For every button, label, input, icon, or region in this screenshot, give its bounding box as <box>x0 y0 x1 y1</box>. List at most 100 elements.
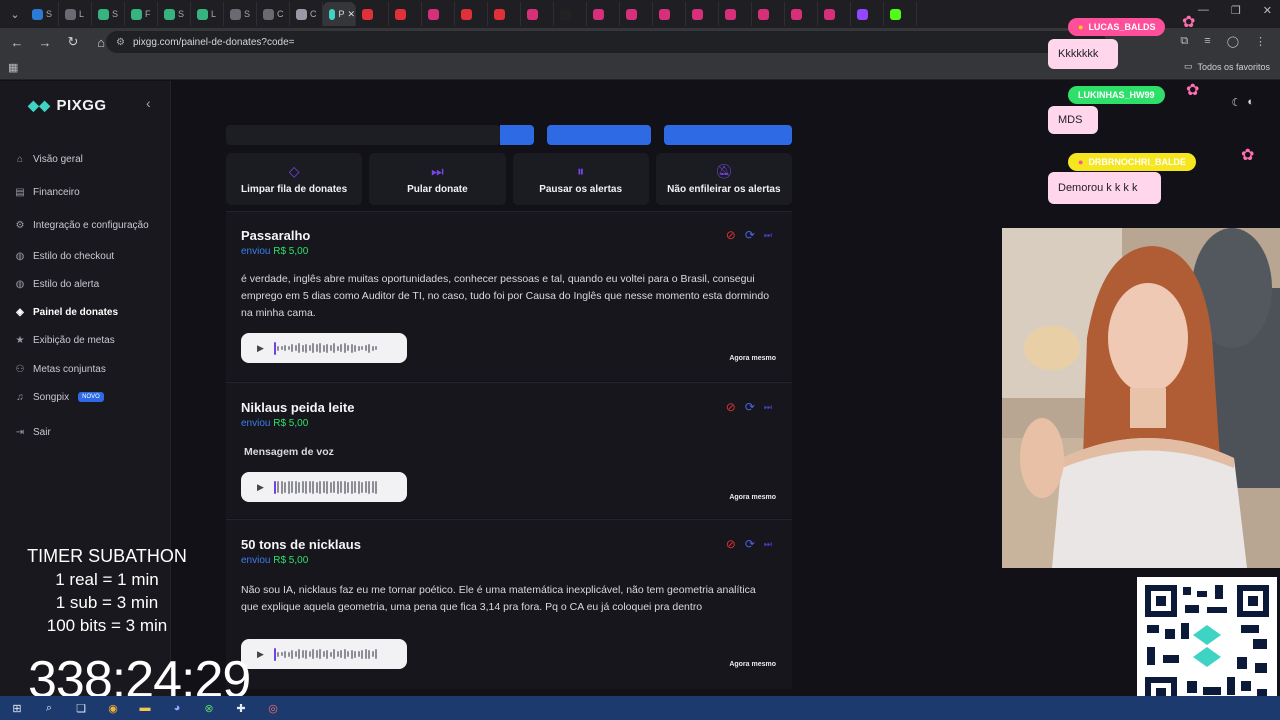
browser-tab[interactable]: L <box>59 2 92 26</box>
link-input[interactable] <box>226 125 500 145</box>
browser-tab[interactable]: C <box>290 2 323 26</box>
sidebar-item-exibicao-metas[interactable]: ★ Exibição de metas <box>14 332 115 348</box>
sidebar-item-songpix[interactable]: ♫ Songpix NOVO <box>14 389 104 405</box>
replay-icon[interactable]: ⟳ <box>745 537 755 551</box>
replay-icon[interactable]: ⟳ <box>745 228 755 242</box>
waveform[interactable] <box>273 341 378 355</box>
windows-start-icon[interactable]: ⊞ <box>10 701 24 715</box>
tab-favicon-icon <box>230 8 241 20</box>
browser-tab[interactable] <box>719 2 752 26</box>
browser-tab[interactable] <box>785 2 818 26</box>
replay-icon[interactable]: ⟳ <box>745 400 755 414</box>
browser-tab[interactable] <box>851 2 884 26</box>
copy-button[interactable] <box>500 125 534 145</box>
browser-tab[interactable] <box>818 2 851 26</box>
browser-tab[interactable] <box>389 2 422 26</box>
pixgg-logo[interactable]: ◆◆ PIXGG <box>28 97 107 114</box>
close-window-icon[interactable]: ✕ <box>1263 4 1272 17</box>
collapse-sidebar-icon[interactable]: ‹ <box>146 95 151 111</box>
audio-player[interactable]: ▶ <box>241 639 407 669</box>
address-bar[interactable]: ⚙ pixgg.com/painel-de-donates?code= <box>106 31 1106 53</box>
toolbar-button[interactable] <box>664 125 792 145</box>
play-icon[interactable]: ▶ <box>257 343 264 354</box>
browser-tab[interactable] <box>752 2 785 26</box>
sidebar-item-financeiro[interactable]: ▤ Financeiro <box>14 184 79 200</box>
sidebar-item-integracao[interactable]: ⚙ Integração e configuração <box>14 217 149 233</box>
audio-player[interactable]: ▶ <box>241 472 407 502</box>
music-icon: ♫ <box>16 391 24 403</box>
sidebar-item-metas-conjuntas[interactable]: ⚇ Metas conjuntas <box>14 361 106 377</box>
clear-queue-button[interactable]: ◇ Limpar fila de donates <box>226 153 363 205</box>
minimize-icon[interactable]: — <box>1198 4 1209 17</box>
sidebar-item-sair[interactable]: ⇥ Sair <box>14 424 51 440</box>
browser-tab[interactable]: S <box>224 2 257 26</box>
no-queue-alerts-button[interactable]: 🔕︎ Não enfileirar os alertas <box>655 153 792 205</box>
browser-tab[interactable] <box>521 2 554 26</box>
back-icon[interactable]: ← <box>10 35 24 50</box>
obs-icon[interactable]: ◎ <box>266 701 280 715</box>
all-bookmarks-button[interactable]: ▭ Todos os favoritos <box>1184 61 1270 72</box>
timer-rule: 1 sub = 3 min <box>55 593 159 612</box>
browser-tab[interactable]: F <box>125 2 158 26</box>
browser-tab-active[interactable]: P ✕ <box>323 2 356 26</box>
browser-tab[interactable] <box>554 2 587 26</box>
sidebar-item-painel-donates[interactable]: ◈ Painel de donates <box>14 304 118 320</box>
maximize-icon[interactable]: ❐ <box>1231 4 1241 17</box>
browser-tab[interactable] <box>356 2 389 26</box>
file-explorer-icon[interactable]: ▬ <box>138 701 152 715</box>
browser-tab[interactable]: S <box>158 2 191 26</box>
sidebar-item-estilo-checkout[interactable]: ◍ Estilo do checkout <box>14 248 115 264</box>
waveform[interactable] <box>273 647 378 661</box>
layers-icon: ◈ <box>16 306 24 318</box>
browser-tab[interactable] <box>620 2 653 26</box>
browser-tab[interactable] <box>653 2 686 26</box>
skip-donate-button[interactable]: ⏭ Pular donate <box>369 153 506 205</box>
browser-tab[interactable]: L <box>191 2 224 26</box>
sidebar-item-estilo-alerta[interactable]: ◍ Estilo do alerta <box>14 276 100 292</box>
browser-tab[interactable] <box>455 2 488 26</box>
browser-tab[interactable] <box>884 2 917 26</box>
skip-icon[interactable]: ⏭ <box>764 402 772 413</box>
folder-icon: ▭ <box>1183 61 1193 71</box>
donation-time: Agora mesmo <box>729 661 776 668</box>
site-info-icon[interactable]: ⚙ <box>116 37 125 48</box>
skip-icon[interactable]: ⏭ <box>764 230 772 241</box>
tab-search-icon[interactable]: ⌄ <box>4 3 26 25</box>
reload-icon[interactable]: ↻ <box>66 34 80 50</box>
sidebar-item-visao-geral[interactable]: ⌂ Visão geral <box>14 151 83 167</box>
block-icon[interactable]: ⊘ <box>726 228 736 242</box>
play-icon[interactable]: ▶ <box>257 649 264 660</box>
theme-toggle[interactable]: ☾ ◐ <box>1231 96 1254 109</box>
browser-tab[interactable]: S <box>92 2 125 26</box>
discord-icon[interactable]: ◕ <box>170 701 184 715</box>
browser-tab[interactable] <box>488 2 521 26</box>
search-icon[interactable]: ⌕ <box>42 701 56 715</box>
browser-tab[interactable]: S <box>26 2 59 26</box>
chat-user-icon: ● <box>1078 22 1084 32</box>
task-view-icon[interactable]: ❏ <box>74 701 88 715</box>
tab-close-icon[interactable]: ✕ <box>347 9 355 20</box>
forward-icon[interactable]: → <box>38 35 52 50</box>
browser-tab[interactable] <box>587 2 620 26</box>
browser-tab[interactable]: C <box>257 2 290 26</box>
reading-list-icon[interactable]: ≡ <box>1204 35 1210 48</box>
top-toolbar-partial <box>226 125 792 146</box>
browser-tab[interactable] <box>686 2 719 26</box>
app-icon[interactable]: ✚ <box>234 701 248 715</box>
skip-icon[interactable]: ⏭ <box>764 539 772 550</box>
audio-player[interactable]: ▶ <box>241 333 407 363</box>
block-icon[interactable]: ⊘ <box>726 400 736 414</box>
xbox-icon[interactable]: ⊗ <box>202 701 216 715</box>
block-icon[interactable]: ⊘ <box>726 537 736 551</box>
play-icon[interactable]: ▶ <box>257 482 264 493</box>
profile-icon[interactable]: ◯ <box>1227 35 1239 48</box>
browser-tab[interactable] <box>422 2 455 26</box>
chrome-icon[interactable]: ◉ <box>106 701 120 715</box>
extensions-icon[interactable]: ⧉ <box>1180 35 1188 48</box>
skip-icon: ⏭ <box>431 163 444 179</box>
pause-alerts-button[interactable]: ⏸ Pausar os alertas <box>512 153 649 205</box>
apps-grid-icon[interactable]: ▦ <box>8 61 18 74</box>
menu-dots-icon[interactable]: ⋮ <box>1255 35 1266 48</box>
toolbar-button[interactable] <box>547 125 651 145</box>
waveform[interactable] <box>273 480 378 494</box>
